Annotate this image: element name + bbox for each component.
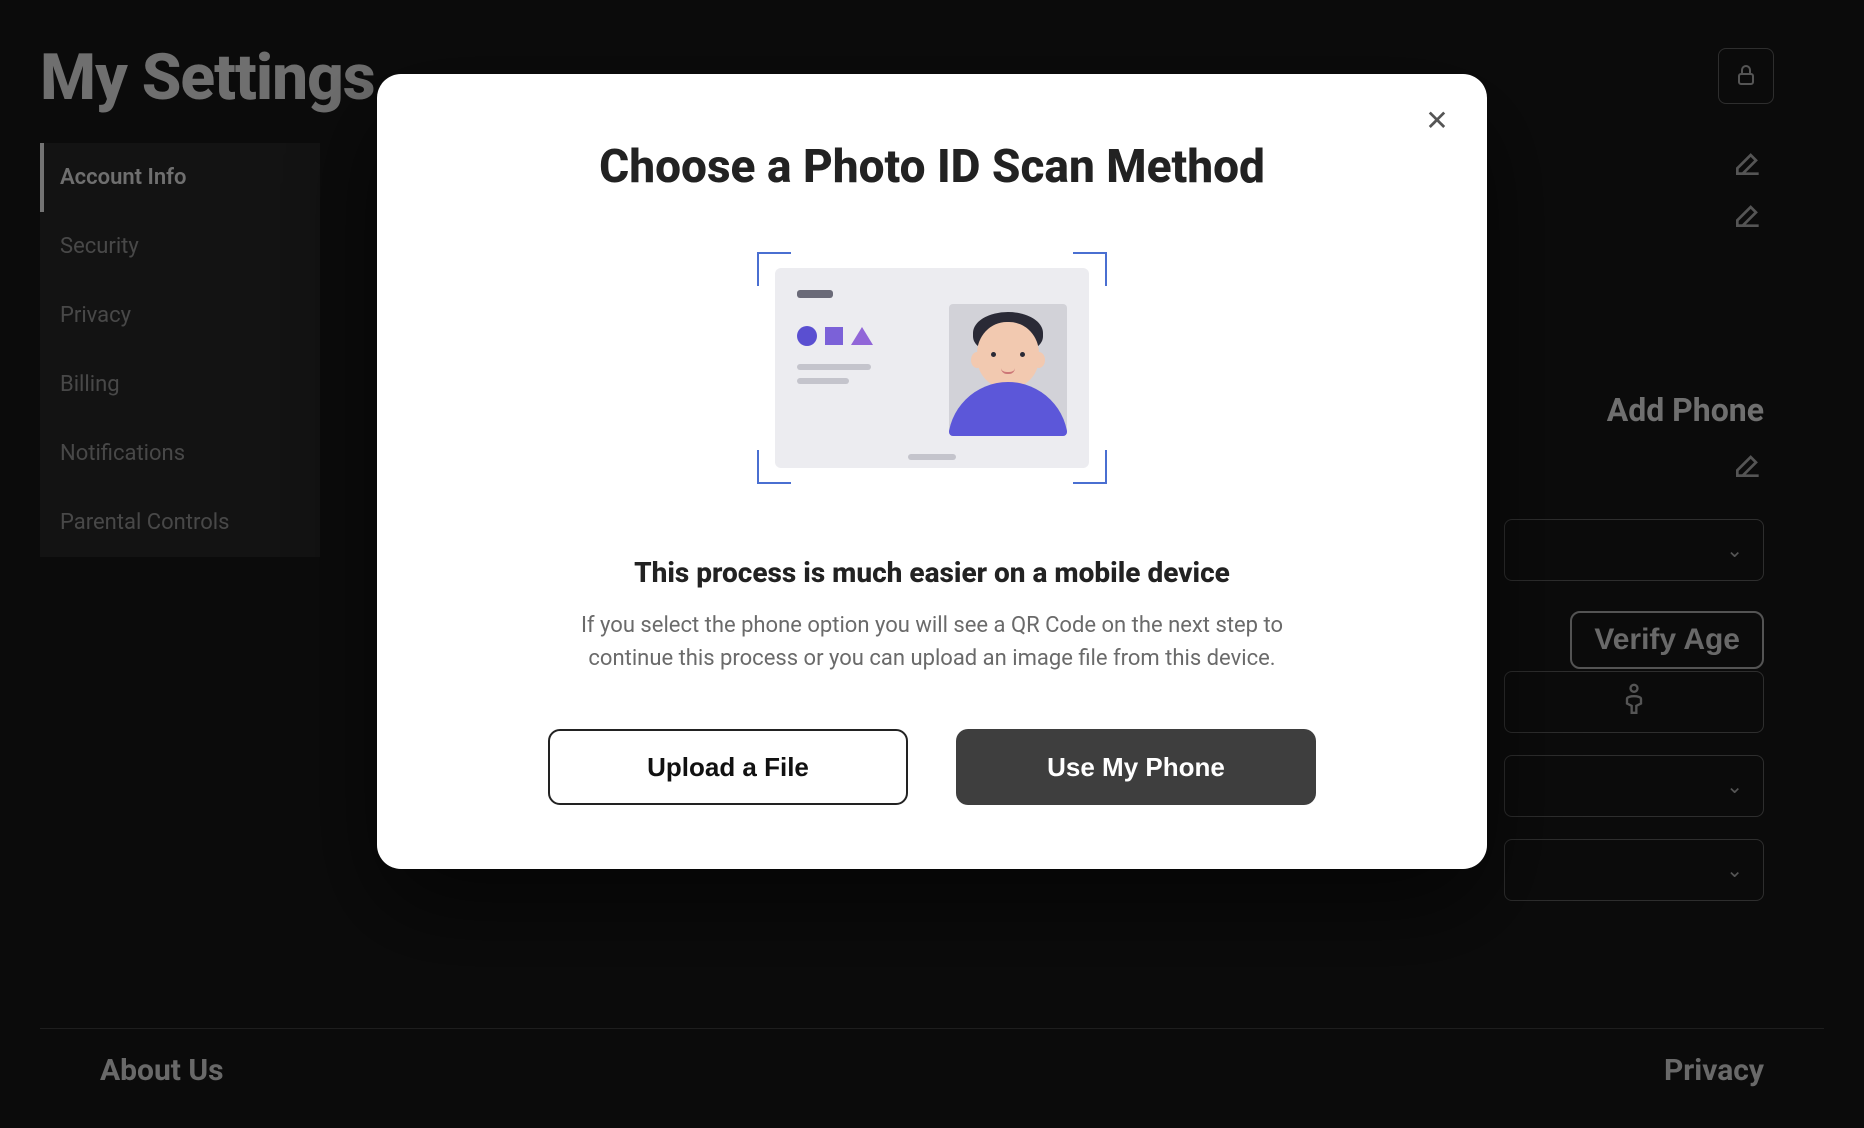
- upload-file-button[interactable]: Upload a File: [548, 729, 908, 805]
- modal-subtext: If you select the phone option you will …: [542, 609, 1322, 675]
- photo-id-scan-modal: ✕ Choose a Photo ID Scan Method: [377, 74, 1487, 869]
- modal-overlay: ✕ Choose a Photo ID Scan Method: [0, 0, 1864, 1128]
- modal-title: Choose a Photo ID Scan Method: [425, 140, 1439, 194]
- use-my-phone-button[interactable]: Use My Phone: [956, 729, 1316, 805]
- close-button[interactable]: ✕: [1417, 100, 1457, 140]
- id-card-illustration: [425, 252, 1439, 484]
- modal-subheading: This process is much easier on a mobile …: [425, 556, 1439, 589]
- close-icon: ✕: [1425, 104, 1448, 137]
